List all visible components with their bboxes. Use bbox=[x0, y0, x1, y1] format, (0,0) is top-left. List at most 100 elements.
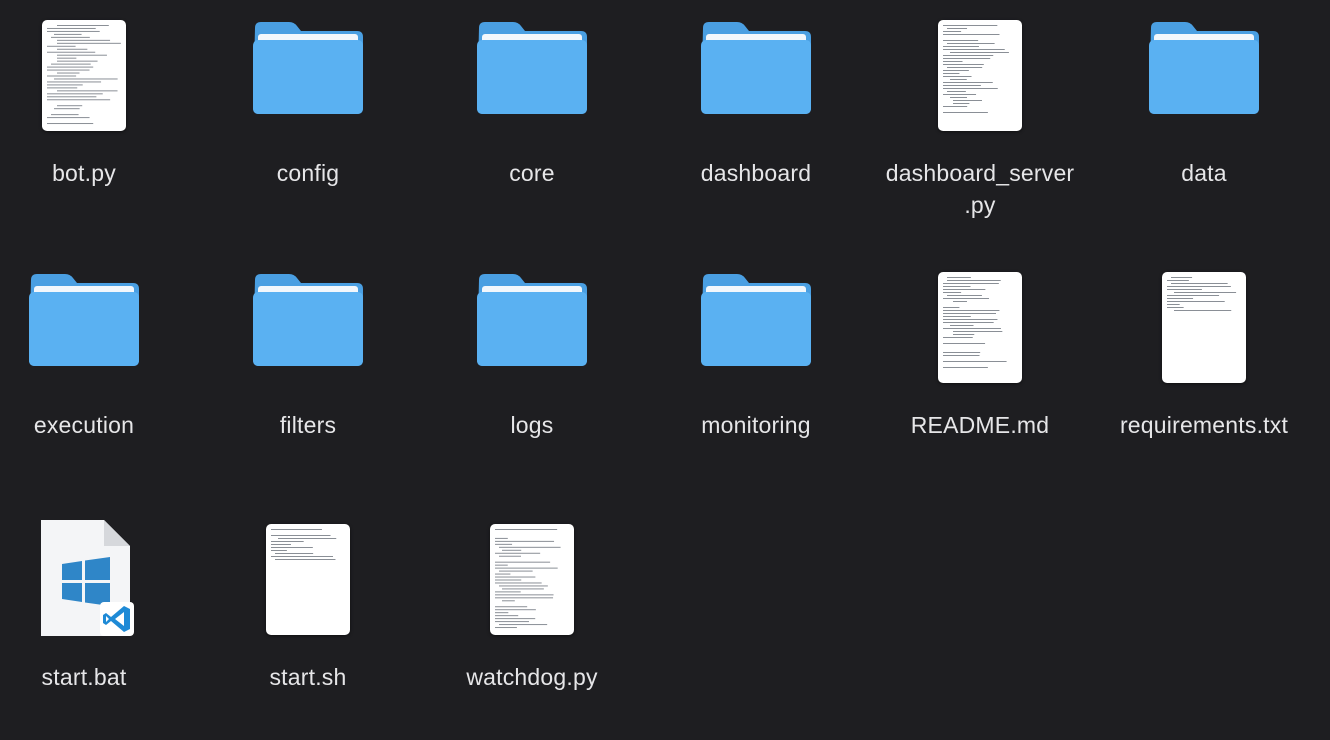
folder-item-logs[interactable]: logs bbox=[420, 258, 644, 488]
text-line-mark bbox=[47, 117, 90, 119]
file-item-bot-py[interactable]: bot.py bbox=[0, 6, 196, 236]
text-line-mark bbox=[499, 555, 522, 557]
text-line-mark bbox=[495, 612, 509, 614]
text-line-mark bbox=[57, 48, 88, 50]
text-line-mark bbox=[1167, 280, 1189, 281]
text-line-mark bbox=[1174, 310, 1232, 311]
text-line-mark bbox=[495, 621, 529, 623]
text-line-mark bbox=[953, 301, 967, 302]
file-name-label: watchdog.py bbox=[466, 664, 598, 690]
file-icon-grid: bot.py config core dashboard dashboard_s… bbox=[0, 0, 1330, 710]
text-line-mark bbox=[57, 60, 98, 62]
file-item-watchdog-py[interactable]: watchdog.py bbox=[420, 510, 644, 740]
text-line-mark bbox=[1167, 301, 1225, 302]
folder-name-label: logs bbox=[510, 412, 554, 438]
text-line-mark bbox=[943, 367, 988, 368]
text-line-mark bbox=[953, 103, 970, 104]
text-line-mark bbox=[47, 99, 111, 101]
folder-icon bbox=[25, 272, 143, 368]
text-line-mark bbox=[943, 85, 981, 86]
text-line-mark bbox=[947, 91, 966, 92]
text-line-mark bbox=[47, 96, 97, 98]
text-line-mark bbox=[54, 78, 118, 80]
text-line-mark bbox=[495, 543, 513, 545]
folder-item-filters[interactable]: filters bbox=[196, 258, 420, 488]
text-line-mark bbox=[47, 87, 78, 89]
text-line-mark bbox=[943, 106, 968, 107]
folder-icon bbox=[249, 20, 367, 116]
text-line-mark bbox=[943, 355, 980, 356]
file-item-dashboard-server-py[interactable]: dashboard_server .py bbox=[868, 6, 1092, 236]
folder-item-dashboard[interactable]: dashboard bbox=[644, 6, 868, 236]
text-line-mark bbox=[499, 624, 548, 626]
folder-item-core[interactable]: core bbox=[420, 6, 644, 236]
folder-item-data[interactable]: data bbox=[1092, 6, 1316, 236]
text-line-mark bbox=[943, 112, 988, 113]
text-line-mark bbox=[502, 549, 522, 551]
file-item-start-sh[interactable]: start.sh bbox=[196, 510, 420, 740]
text-line-mark bbox=[950, 79, 967, 80]
file-item-start-bat[interactable]: start.bat bbox=[0, 510, 196, 740]
folder-name-label: data bbox=[1181, 160, 1227, 186]
file-name-label: README.md bbox=[910, 412, 1050, 438]
text-line-mark bbox=[947, 43, 995, 44]
folder-item-monitoring[interactable]: monitoring bbox=[644, 258, 868, 488]
text-line-mark bbox=[495, 579, 522, 581]
text-line-mark bbox=[495, 567, 558, 569]
text-line-mark bbox=[943, 94, 977, 95]
text-line-mark bbox=[271, 529, 322, 530]
text-line-mark bbox=[1167, 298, 1194, 299]
text-line-mark bbox=[271, 544, 291, 545]
text-line-mark bbox=[499, 546, 561, 548]
text-line-mark bbox=[502, 588, 544, 590]
text-line-mark bbox=[57, 105, 83, 107]
file-item-readme-md[interactable]: README.md bbox=[868, 258, 1092, 488]
document-thumbnail-icon bbox=[1162, 272, 1246, 383]
text-line-mark bbox=[57, 54, 107, 56]
folder-name-label: execution bbox=[33, 412, 135, 438]
text-line-mark bbox=[57, 90, 118, 92]
text-line-mark bbox=[943, 64, 984, 65]
text-line-mark bbox=[502, 600, 515, 602]
text-line-mark bbox=[57, 57, 77, 59]
text-line-mark bbox=[495, 564, 508, 566]
text-line-mark bbox=[275, 553, 314, 554]
text-line-mark bbox=[943, 49, 1005, 50]
file-name-label: dashboard_server .py bbox=[885, 160, 1075, 218]
text-line-mark bbox=[47, 30, 100, 32]
text-line-mark bbox=[47, 84, 83, 86]
text-line-mark bbox=[943, 298, 990, 299]
file-item-requirements-txt[interactable]: requirements.txt bbox=[1092, 258, 1316, 488]
text-line-mark bbox=[947, 277, 971, 278]
text-line-mark bbox=[953, 100, 982, 101]
folder-name-label: filters bbox=[279, 412, 337, 438]
text-line-mark bbox=[943, 319, 998, 320]
windows-batch-file-icon bbox=[0, 516, 196, 636]
text-line-mark bbox=[943, 88, 998, 89]
text-line-mark bbox=[47, 45, 76, 47]
text-line-mark bbox=[950, 52, 1009, 53]
text-line-mark bbox=[47, 66, 94, 68]
text-line-mark bbox=[495, 609, 536, 611]
text-line-mark bbox=[271, 547, 313, 548]
file-name-label: bot.py bbox=[52, 160, 116, 186]
text-line-mark bbox=[271, 550, 287, 551]
file-name-label: start.sh bbox=[269, 664, 347, 690]
text-line-mark bbox=[953, 334, 975, 335]
folder-item-config[interactable]: config bbox=[196, 6, 420, 236]
text-line-mark bbox=[1167, 295, 1220, 296]
text-line-mark bbox=[47, 123, 94, 125]
text-line-mark bbox=[47, 69, 90, 71]
text-line-mark bbox=[1167, 286, 1231, 287]
folder-name-label: config bbox=[276, 160, 340, 186]
text-line-mark bbox=[943, 46, 979, 47]
text-line-mark bbox=[943, 61, 963, 62]
text-line-mark bbox=[943, 58, 991, 59]
text-line-mark bbox=[947, 67, 983, 68]
folder-icon bbox=[249, 272, 367, 368]
folder-item-execution[interactable]: execution bbox=[0, 258, 196, 488]
text-line-mark bbox=[943, 361, 1007, 362]
text-line-mark bbox=[943, 34, 1000, 35]
text-line-mark bbox=[57, 39, 111, 41]
file-name-label: start.bat bbox=[41, 664, 127, 690]
